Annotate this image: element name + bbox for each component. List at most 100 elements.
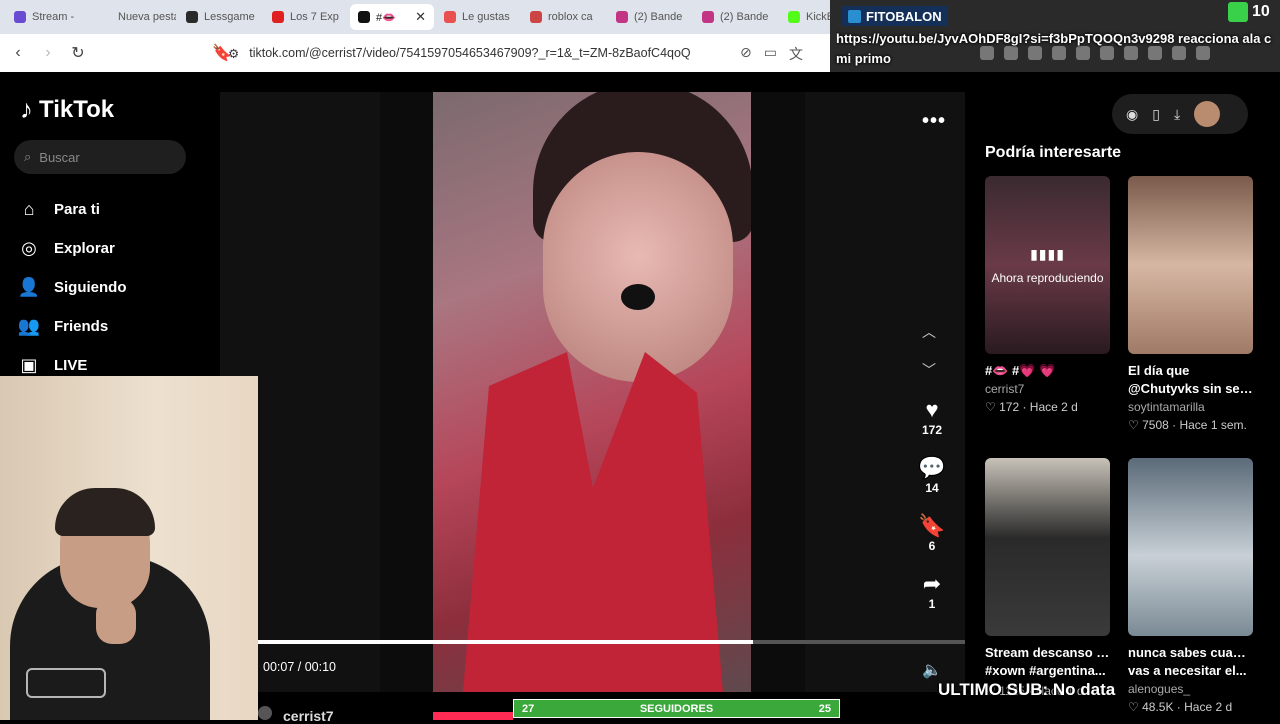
tracking-icon[interactable]: ⊘ [740, 44, 752, 64]
card-author[interactable]: cerrist7 [985, 382, 1110, 396]
browser-tab[interactable]: Stream - [6, 4, 90, 30]
sidebar-item-explorar[interactable]: ◎ Explorar [18, 229, 127, 268]
phone-icon[interactable]: ▯ [1152, 106, 1160, 123]
card-title-line2: vas a necesitar el... [1128, 663, 1247, 678]
goal-label: SEGUIDORES [639, 702, 714, 715]
tab-label: (2) Bande [720, 11, 769, 23]
more-options-icon[interactable]: ••• [922, 110, 946, 133]
video-player[interactable] [433, 92, 751, 692]
card-meta: ♡ 172 · Hace 2 d [985, 400, 1078, 414]
browser-tab[interactable]: Lessgame [178, 4, 262, 30]
card-author[interactable]: alenogues_ [1128, 682, 1253, 696]
sidebar-item-label: Friends [54, 318, 109, 335]
tab-label: Lessgame [204, 11, 255, 23]
video-thumbnail[interactable]: ▮▮▮▮ Ahora reproduciendo [985, 176, 1110, 354]
video-thumbnail[interactable] [985, 458, 1110, 636]
next-video-icon[interactable]: ﹀ [922, 360, 936, 380]
video-time: 00:07 / 00:10 [263, 660, 336, 674]
cast-icon[interactable]: ▭ [764, 44, 777, 64]
author-name[interactable]: cerrist7 [283, 708, 334, 724]
previous-video-icon[interactable]: ︿ [922, 322, 936, 342]
browser-tab[interactable]: (2) Bande [694, 4, 778, 30]
browser-tab[interactable]: roblox ca [522, 4, 606, 30]
tab-label: Stream - [32, 11, 75, 23]
share-icon: ➦ [922, 571, 942, 596]
tab-favicon-icon [186, 11, 198, 23]
reload-icon[interactable]: ↻ [66, 41, 90, 65]
card-title: #👄 #💗 💗 [985, 363, 1056, 378]
playing-icon: ▮▮▮▮ [1030, 245, 1065, 262]
forward-icon[interactable]: › [36, 41, 60, 65]
tab-favicon-icon [530, 11, 542, 23]
download-icon[interactable]: ⤓ [1174, 106, 1180, 123]
browser-tab[interactable]: Nueva pestaña [92, 4, 176, 30]
like-button[interactable]: ♥ 172 [922, 397, 942, 455]
follow-button[interactable] [433, 712, 513, 720]
video-navigation: ︿ ﹀ [922, 322, 936, 380]
streamer-webcam [0, 376, 258, 720]
video-thumbnail[interactable] [1128, 458, 1253, 636]
tab-favicon-icon [616, 11, 628, 23]
stream-counter: 10 [1228, 2, 1270, 22]
save-button[interactable]: 🔖 6 [918, 513, 945, 571]
browser-tab[interactable]: (2) Bande [608, 4, 692, 30]
card-author[interactable]: soytintamarilla [1128, 400, 1253, 414]
search-placeholder: Buscar [39, 149, 80, 165]
sidebar-item-label: LIVE [54, 357, 88, 374]
recommended-card[interactable]: ▮▮▮▮ Ahora reproduciendo #👄 #💗 💗 cerrist… [985, 176, 1110, 414]
last-sub-overlay: ULTIMO SUB: No data [938, 680, 1116, 699]
video-progress-bar[interactable] [258, 640, 965, 644]
sidebar-item-friends[interactable]: 👥 Friends [18, 307, 127, 346]
stream-chat-overlay: https://youtu.be/JyvAOhDF8gI?si=f3bPpTQO… [836, 29, 1280, 69]
share-count: 1 [928, 597, 936, 611]
share-button[interactable]: ➦ 1 [923, 571, 941, 629]
browser-tab[interactable]: Los 7 Exp [264, 4, 348, 30]
browser-tab[interactable]: #👄 ✕ [350, 4, 434, 30]
tab-favicon-icon [14, 11, 26, 23]
compass-icon[interactable]: ◉ [1126, 106, 1138, 123]
goal-target: 25 [818, 702, 831, 715]
search-icon: ⌕ [24, 149, 32, 164]
video-thumbnail[interactable] [1128, 176, 1253, 354]
kick-icon [1228, 2, 1248, 22]
browser-tab[interactable]: Le gustas [436, 4, 520, 30]
recommended-title: Podría interesarte [985, 144, 1122, 161]
tiktok-page: ♪ TikTok ⌕ Buscar ⌂ Para ti ◎ Explorar 👤… [0, 72, 1280, 724]
tab-label: #👄 [376, 11, 396, 24]
site-info-icon[interactable]: ⚙ [228, 46, 239, 61]
sidebar-item-siguiendo[interactable]: 👤 Siguiendo [18, 268, 127, 307]
volume-icon[interactable]: 🔈 [922, 660, 942, 680]
following-icon: 👤 [17, 277, 41, 297]
recommended-card[interactable]: Stream descanso era #xown #argentina... … [985, 458, 1110, 698]
address-tools: ⊘ ▭ 文 [740, 44, 803, 64]
url-text: tiktok.com/@cerrist7/video/7541597054653… [249, 46, 691, 60]
back-icon[interactable]: ‹ [6, 41, 30, 65]
url-field[interactable]: ⚙ tiktok.com/@cerrist7/video/75415970546… [228, 38, 828, 68]
author-avatar[interactable] [258, 706, 272, 720]
friends-icon: 👥 [17, 316, 41, 336]
tab-label: roblox ca [548, 11, 593, 23]
sidebar-item-para-ti[interactable]: ⌂ Para ti [18, 190, 127, 229]
tab-favicon-icon [358, 11, 370, 23]
tiktok-logo[interactable]: ♪ TikTok [20, 94, 114, 125]
counter-value: 10 [1252, 3, 1270, 20]
home-icon: ⌂ [23, 199, 35, 219]
profile-avatar[interactable] [1194, 101, 1221, 127]
card-meta: ♡ 7508 · Hace 1 sem. [1128, 418, 1247, 432]
card-title: Stream descanso era [985, 645, 1110, 660]
tab-favicon-icon [444, 11, 456, 23]
channel-name: FITOBALON [866, 8, 942, 24]
tab-favicon-icon [272, 11, 284, 23]
sidebar-item-label: Explorar [54, 240, 115, 257]
recommended-card[interactable]: El día que @Chutyvks sin ser... soytinta… [1128, 176, 1253, 432]
recommended-card[interactable]: nunca sabes cuando vas a necesitar el...… [1128, 458, 1253, 714]
close-tab-icon[interactable]: ✕ [415, 9, 426, 25]
heart-icon: ♥ [925, 397, 939, 422]
goal-current: 27 [522, 702, 535, 715]
search-input[interactable]: ⌕ Buscar [14, 140, 186, 174]
compass-icon: ◎ [21, 238, 37, 258]
translate-icon[interactable]: 文 [789, 44, 803, 64]
comment-button[interactable]: 💬 14 [918, 455, 945, 513]
sidebar-nav: ⌂ Para ti ◎ Explorar 👤 Siguiendo 👥 Frien… [18, 190, 127, 385]
sidebar-item-label: Para ti [54, 201, 100, 218]
